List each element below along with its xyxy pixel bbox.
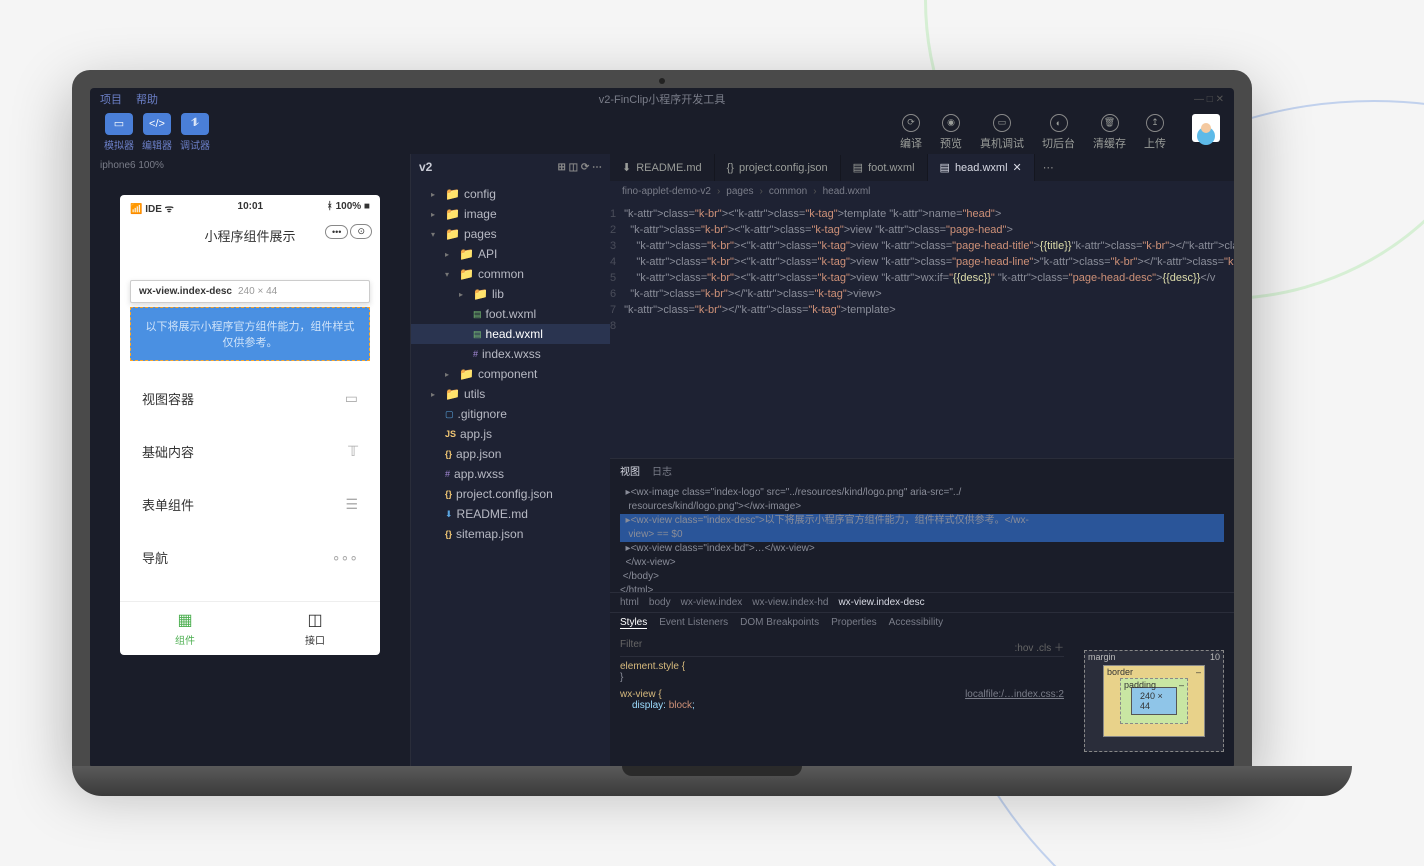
editor-tabs: ⬇README.md{}project.config.json▤foot.wxm… xyxy=(610,154,1234,181)
laptop-frame: 项目 帮助 v2-FinClip小程序开发工具 — □ ✕ ▭模拟器 </>编辑… xyxy=(72,70,1252,768)
user-avatar[interactable] xyxy=(1192,114,1220,142)
tree-item[interactable]: ▤head.wxml xyxy=(411,324,610,344)
tree-item[interactable]: ▸📁lib xyxy=(411,284,610,304)
action-preview[interactable]: ◉预览 xyxy=(940,114,962,151)
phone-nav-title: 小程序组件展示 •••⊙ xyxy=(120,221,380,250)
ide-window: 项目 帮助 v2-FinClip小程序开发工具 — □ ✕ ▭模拟器 </>编辑… xyxy=(90,88,1234,768)
tabs-overflow[interactable]: ⋯ xyxy=(1035,161,1062,174)
editor-tab[interactable]: ⬇README.md xyxy=(610,154,715,181)
tree-item[interactable]: ▸📁config xyxy=(411,184,610,204)
tree-item[interactable]: ▸📁utils xyxy=(411,384,610,404)
tree-item[interactable]: #index.wxss xyxy=(411,344,610,364)
devtools-style-tabs[interactable]: Styles Event Listeners DOM Breakpoints P… xyxy=(610,613,1234,633)
phone-status-bar: 📶 IDE ᯤ10:01ᚼ 100% ■ xyxy=(120,195,380,221)
file-explorer: v2 ⊞ ◫ ⟳ ⋯ ▸📁config▸📁image▾📁pages▸📁API▾📁… xyxy=(410,154,610,768)
tab-components[interactable]: ▦组件 xyxy=(120,602,250,655)
tree-item[interactable]: ▸📁image xyxy=(411,204,610,224)
devtools-top-tabs[interactable]: 视图日志 xyxy=(610,459,1234,482)
tree-item[interactable]: ▸📁API xyxy=(411,244,610,264)
editor-panel: ⬇README.md{}project.config.json▤foot.wxm… xyxy=(610,154,1234,768)
tree-item[interactable]: {}project.config.json xyxy=(411,484,610,504)
styles-pane[interactable]: Filter:hov .cls ＋ element.style {}</span… xyxy=(610,633,1074,768)
camera-dot xyxy=(659,78,665,84)
tree-item[interactable]: ▾📁common xyxy=(411,264,610,284)
editor-tab[interactable]: ▤foot.wxml xyxy=(841,154,928,181)
filter-input[interactable]: Filter xyxy=(620,639,642,654)
tree-item[interactable]: ▢.gitignore xyxy=(411,404,610,424)
explorer-actions[interactable]: ⊞ ◫ ⟳ ⋯ xyxy=(557,162,602,173)
tree-item[interactable]: ▾📁pages xyxy=(411,224,610,244)
phone-list-item[interactable]: 视图容器▭ xyxy=(128,375,372,422)
inspector-tooltip: wx-view.index-desc240 × 44 xyxy=(130,280,370,303)
box-model: margin10 border– padding– 240 × 44 xyxy=(1074,633,1234,768)
code-editor[interactable]: 12345678 "k-attr">class="k-br"><"k-attr"… xyxy=(610,202,1234,458)
simulator-panel: iphone6 100% 📶 IDE ᯤ10:01ᚼ 100% ■ 小程序组件展… xyxy=(90,154,410,768)
phone-list-item[interactable]: 基础内容𝕋 xyxy=(128,428,372,475)
tab-api[interactable]: ◫接口 xyxy=(250,602,380,655)
action-background[interactable]: ◐切后台 xyxy=(1042,114,1075,151)
dom-tree[interactable]: ▸<wx-image class="index-logo" src="../re… xyxy=(610,482,1234,592)
tb-simulator[interactable]: ▭ xyxy=(105,113,133,135)
tb-debugger[interactable]: ⥮ xyxy=(181,113,209,135)
filter-options[interactable]: :hov .cls ＋ xyxy=(1015,639,1064,654)
editor-tab[interactable]: ▤head.wxml✕ xyxy=(928,154,1035,181)
toolbar: ▭模拟器 </>编辑器 ⥮调试器 ⟳编译 ◉预览 ▭真机调试 ◐切后台 🗑清缓存… xyxy=(90,110,1234,154)
file-tree: ▸📁config▸📁image▾📁pages▸📁API▾📁common▸📁lib… xyxy=(411,180,610,548)
explorer-header[interactable]: v2 ⊞ ◫ ⟳ ⋯ xyxy=(411,154,610,180)
phone-list-item[interactable]: 表单组件☰ xyxy=(128,481,372,528)
phone-tabbar: ▦组件 ◫接口 xyxy=(120,601,380,655)
menu-project[interactable]: 项目 xyxy=(100,91,122,107)
breadcrumb[interactable]: fino-applet-demo-v2pagescommonhead.wxml xyxy=(610,181,1234,202)
action-clear-cache[interactable]: 🗑清缓存 xyxy=(1093,114,1126,151)
phone-list-item[interactable]: 导航∘∘∘ xyxy=(128,534,372,581)
action-compile[interactable]: ⟳编译 xyxy=(900,114,922,151)
menu-bar: 项目 帮助 v2-FinClip小程序开发工具 — □ ✕ xyxy=(90,88,1234,110)
menu-help[interactable]: 帮助 xyxy=(136,91,158,107)
editor-tab[interactable]: {}project.config.json xyxy=(715,155,841,181)
capsule-button[interactable]: •••⊙ xyxy=(325,224,372,239)
dom-breadcrumb[interactable]: htmlbodywx-view.indexwx-view.index-hdwx-… xyxy=(610,592,1234,613)
window-controls[interactable]: — □ ✕ xyxy=(1194,94,1224,105)
window-title: v2-FinClip小程序开发工具 xyxy=(599,91,726,107)
tree-item[interactable]: ▤foot.wxml xyxy=(411,304,610,324)
tree-item[interactable]: ⬇README.md xyxy=(411,504,610,524)
phone-simulator: 📶 IDE ᯤ10:01ᚼ 100% ■ 小程序组件展示 •••⊙ wx-vie… xyxy=(120,195,380,655)
highlighted-element[interactable]: 以下将展示小程序官方组件能力，组件样式仅供参考。 xyxy=(130,307,370,361)
action-remote-debug[interactable]: ▭真机调试 xyxy=(980,114,1024,151)
tree-item[interactable]: ▸📁component xyxy=(411,364,610,384)
tb-editor[interactable]: </> xyxy=(143,113,171,135)
tree-item[interactable]: JSapp.js xyxy=(411,424,610,444)
toolbar-actions: ⟳编译 ◉预览 ▭真机调试 ◐切后台 🗑清缓存 ↥上传 xyxy=(900,114,1220,151)
tree-item[interactable]: {}app.json xyxy=(411,444,610,464)
tree-item[interactable]: {}sitemap.json xyxy=(411,524,610,544)
laptop-base xyxy=(72,766,1352,796)
tree-item[interactable]: #app.wxss xyxy=(411,464,610,484)
action-upload[interactable]: ↥上传 xyxy=(1144,114,1166,151)
device-info[interactable]: iphone6 100% xyxy=(90,154,410,177)
devtools-panel: 视图日志 ▸<wx-image class="index-logo" src="… xyxy=(610,458,1234,768)
